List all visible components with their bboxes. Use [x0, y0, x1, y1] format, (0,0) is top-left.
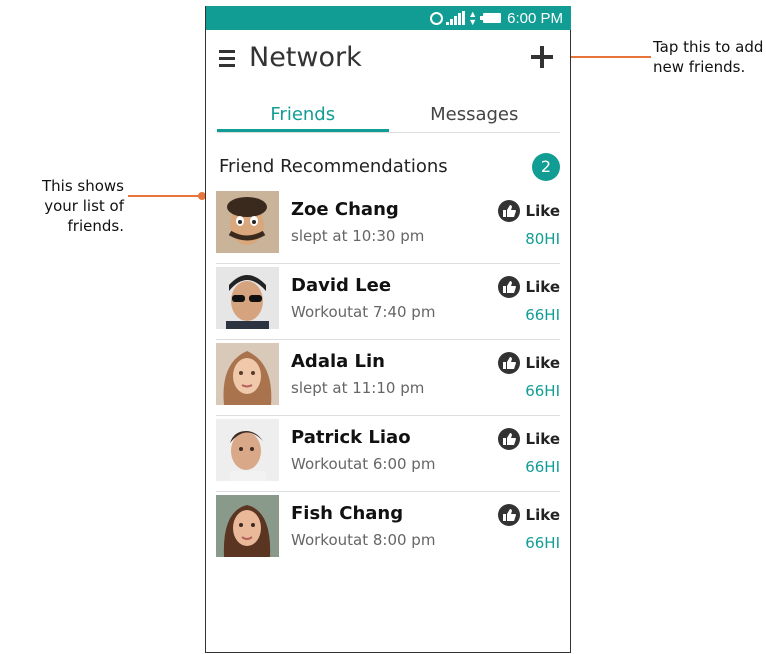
list-item[interactable]: Fish Chang Workoutat 8:00 pm Like 66HI — [216, 492, 560, 567]
friend-activity: Workoutat 8:00 pm — [291, 531, 436, 549]
thumbs-up-icon — [497, 276, 520, 298]
avatar — [216, 419, 279, 481]
callout-friends-list: This shows your list of friends. — [41, 177, 124, 235]
friend-name: David Lee — [291, 275, 392, 296]
like-button[interactable]: Like — [497, 428, 560, 450]
list-item[interactable]: Zoe Chang slept at 10:30 pm Like 80HI — [216, 188, 560, 264]
like-button[interactable]: Like — [497, 504, 560, 526]
friend-activity: Workoutat 6:00 pm — [291, 455, 436, 473]
health-index: 66HI — [525, 306, 560, 324]
section-title: Friend Recommendations — [219, 156, 448, 177]
like-label: Like — [525, 430, 560, 448]
status-time: 6:00 PM — [507, 9, 563, 27]
battery-icon — [480, 13, 502, 23]
health-index: 66HI — [525, 458, 560, 476]
callout-add-friends: Tap this to add new friends. — [653, 38, 764, 76]
friend-activity: Workoutat 7:40 pm — [291, 303, 436, 321]
avatar — [216, 495, 279, 557]
thumbs-up-icon — [497, 352, 520, 374]
thumbs-up-icon — [497, 504, 520, 526]
avatar — [216, 191, 279, 253]
friend-activity: slept at 10:30 pm — [291, 227, 425, 245]
add-icon[interactable] — [531, 46, 553, 68]
avatar — [216, 267, 279, 329]
friend-name: Fish Chang — [291, 503, 404, 524]
like-button[interactable]: Like — [497, 200, 560, 222]
signal-icon — [446, 11, 466, 25]
menu-icon[interactable] — [219, 50, 235, 67]
alarm-icon — [430, 11, 444, 25]
callout-leader-right — [567, 56, 651, 58]
like-label: Like — [525, 202, 560, 220]
list-item[interactable]: Patrick Liao Workoutat 6:00 pm Like 66HI — [216, 416, 560, 492]
friend-name: Adala Lin — [291, 351, 385, 372]
like-label: Like — [525, 278, 560, 296]
like-label: Like — [525, 506, 560, 524]
thumbs-up-icon — [497, 428, 520, 450]
count-badge: 2 — [532, 153, 560, 181]
page-title: Network — [249, 42, 362, 73]
list-item[interactable]: Adala Lin slept at 11:10 pm Like 66HI — [216, 340, 560, 416]
friend-name: Patrick Liao — [291, 427, 411, 448]
health-index: 80HI — [525, 230, 560, 248]
status-icons: ▲ ▼ — [430, 9, 502, 27]
friend-name: Zoe Chang — [291, 199, 399, 220]
app-bar: Network — [206, 30, 571, 88]
status-bar: ▲ ▼ 6:00 PM — [206, 6, 571, 30]
health-index: 66HI — [525, 534, 560, 552]
avatar — [216, 343, 279, 405]
like-button[interactable]: Like — [497, 352, 560, 374]
data-arrows-icon: ▲ ▼ — [468, 9, 478, 27]
tab-messages[interactable]: Messages — [389, 102, 561, 132]
list-item[interactable]: David Lee Workoutat 7:40 pm Like 66HI — [216, 264, 560, 340]
like-button[interactable]: Like — [497, 276, 560, 298]
health-index: 66HI — [525, 382, 560, 400]
friend-list: Zoe Chang slept at 10:30 pm Like 80HI Da… — [216, 188, 560, 567]
friend-activity: slept at 11:10 pm — [291, 379, 425, 397]
tab-bar: Friends Messages — [217, 102, 560, 133]
phone-screen: ▲ ▼ 6:00 PM Network Friends Messages Frie… — [205, 6, 571, 653]
thumbs-up-icon — [497, 200, 520, 222]
like-label: Like — [525, 354, 560, 372]
tab-friends[interactable]: Friends — [217, 102, 389, 132]
callout-leader-left — [128, 195, 202, 197]
